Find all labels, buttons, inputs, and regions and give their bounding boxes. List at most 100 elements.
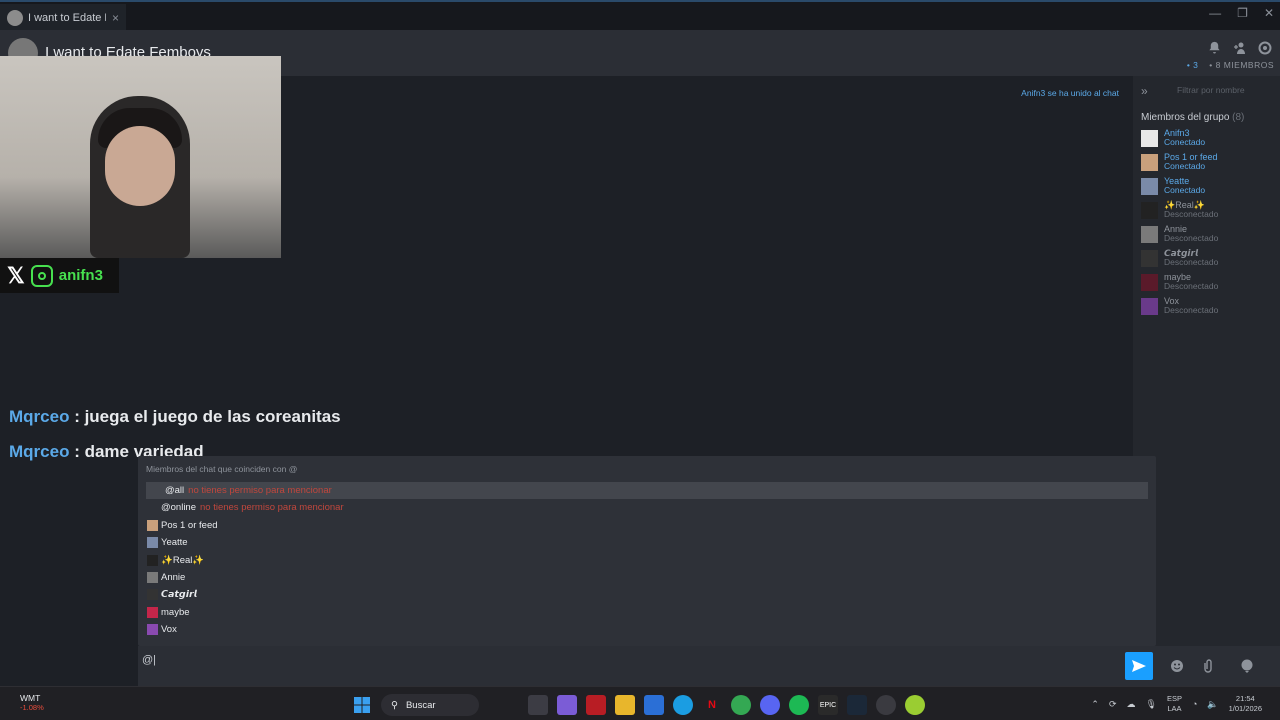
send-button[interactable] (1125, 652, 1153, 680)
mention-option-member[interactable]: 𝘾𝙖𝙩𝙜𝙞𝙧𝙡 (146, 586, 1148, 603)
member-status: Desconectado (1164, 281, 1219, 291)
social-handle: anifn3 (58, 267, 103, 284)
mention-option-member[interactable]: Annie (146, 569, 1148, 586)
member-filter-input[interactable]: Filtrar por nombre (1163, 82, 1275, 98)
file-explorer-icon[interactable] (615, 695, 635, 715)
online-count: • 3 (1186, 60, 1199, 70)
minimize-icon[interactable]: — (1209, 6, 1221, 20)
edge-icon[interactable] (673, 695, 693, 715)
member-item[interactable]: Yeatte Conectado (1141, 176, 1277, 198)
window-controls: — ❐ ✕ (1209, 6, 1274, 20)
members-section-title: Miembros del grupo (8) (1141, 112, 1245, 123)
member-status: Desconectado (1164, 209, 1219, 219)
spotify-icon[interactable] (789, 695, 809, 715)
app-icon[interactable] (876, 695, 896, 715)
mention-label: @online (161, 502, 196, 513)
mention-option-member[interactable]: maybe (146, 604, 1148, 621)
voice-icon[interactable] (1239, 658, 1255, 674)
title-bar: I want to Edate Fe × — ❐ ✕ (0, 0, 1280, 32)
mention-member-avatar (147, 537, 158, 549)
mention-header: Miembros del chat que coinciden con @ (146, 464, 298, 474)
bell-icon[interactable] (1207, 40, 1222, 55)
stock-symbol: WMT (20, 693, 41, 703)
netflix-icon[interactable]: N (702, 695, 722, 715)
sync-icon[interactable]: ⟳ (1109, 699, 1117, 710)
mention-member-avatar (147, 520, 158, 531)
mention-option-online[interactable]: @online no tienes permiso para mencionar (146, 499, 1148, 516)
tab-close-icon[interactable]: × (112, 11, 119, 25)
header-actions (1207, 40, 1272, 55)
chat-tab[interactable]: I want to Edate Fe × (0, 4, 126, 32)
stock-widget[interactable]: WMT -1.08% (20, 693, 44, 713)
member-item[interactable]: Pos 1 or feed Conectado (1141, 152, 1277, 174)
mention-member-name: 𝘾𝙖𝙩𝙜𝙞𝙧𝙡 (161, 589, 197, 601)
discord-icon[interactable] (760, 695, 780, 715)
member-avatar (1141, 298, 1158, 315)
mention-member-name: Yeatte (161, 537, 188, 549)
member-status: Conectado (1164, 161, 1206, 171)
instagram-icon (30, 264, 53, 287)
cloud-icon[interactable]: ☁ (1127, 699, 1136, 710)
webcam-overlay (0, 56, 281, 258)
wifi-icon[interactable]: ◔ (1192, 699, 1197, 709)
mention-member-avatar (147, 606, 158, 618)
member-item[interactable]: 𝘾𝙖𝙩𝙜𝙞𝙧𝙡 Desconectado (1141, 248, 1277, 270)
chevron-up-icon[interactable]: ⌃ (1091, 699, 1099, 710)
store-icon[interactable] (644, 695, 664, 715)
mention-member-name: ✨Real✨ (161, 554, 205, 566)
mention-member-name: maybe (161, 606, 190, 618)
mention-option-member[interactable]: ✨Real✨ (146, 552, 1148, 569)
member-avatar (1141, 250, 1158, 267)
system-join-message: Anifn3 se ha unido al chat (1021, 88, 1119, 98)
member-item[interactable]: Annie Desconectado (1141, 224, 1277, 246)
message-text: juega el juego de las coreanitas (84, 407, 341, 426)
attach-icon[interactable] (1200, 658, 1216, 674)
stock-change: -1.08% (20, 703, 44, 712)
message-author[interactable]: Mqrceo (9, 407, 69, 426)
tab-title: I want to Edate Fe (28, 12, 106, 24)
search-label: Buscar (405, 699, 436, 711)
start-icon[interactable] (352, 695, 372, 715)
volume-icon[interactable]: 🔈 (1207, 699, 1218, 710)
mic-icon[interactable]: 🎙 (1146, 699, 1157, 710)
member-status: Conectado (1164, 185, 1206, 195)
member-counts: • 3 • 8 MIEMBROS (1187, 60, 1274, 70)
mention-permission-error: no tienes permiso para mencionar (200, 502, 344, 513)
member-item[interactable]: Vox Desconectado (1141, 296, 1277, 318)
maximize-icon[interactable]: ❐ (1237, 6, 1248, 20)
mention-option-member[interactable]: Pos 1 or feed (146, 517, 1148, 534)
collapse-sidebar-icon[interactable]: » (1141, 84, 1148, 98)
mention-option-member[interactable]: Vox (146, 621, 1148, 638)
member-status: Desconectado (1164, 257, 1219, 267)
mention-member-name: Annie (161, 571, 186, 583)
mention-option-member[interactable]: Yeatte (146, 534, 1148, 551)
app-red-icon[interactable] (586, 695, 606, 715)
mention-member-avatar (147, 554, 158, 566)
chat-message: Mqrceo : juega el juego de las coreanita… (9, 407, 341, 427)
copilot-icon[interactable] (557, 695, 577, 715)
language-indicator[interactable]: ESP LAA (1167, 694, 1182, 714)
member-item[interactable]: ✨Real✨ Desconectado (1141, 200, 1277, 222)
close-window-icon[interactable]: ✕ (1264, 6, 1274, 20)
task-view-icon[interactable] (528, 695, 548, 715)
member-item[interactable]: maybe Desconectado (1141, 272, 1277, 294)
emoji-icon[interactable] (1169, 658, 1185, 674)
message-input[interactable]: @| (142, 654, 156, 666)
epic-games-icon[interactable]: EPIC (818, 695, 838, 715)
app-green-icon[interactable] (905, 695, 925, 715)
chrome-icon[interactable] (731, 695, 751, 715)
tab-group-avatar (7, 10, 23, 26)
member-avatar (1141, 226, 1158, 243)
message-author[interactable]: Mqrceo (9, 442, 69, 461)
settings-icon[interactable] (1257, 40, 1272, 55)
mention-label: @all (165, 485, 185, 496)
taskbar-search[interactable]: ⚲ Buscar (381, 694, 479, 716)
mention-member-avatar (147, 589, 158, 601)
clock[interactable]: 21:54 1/01/2026 (1229, 694, 1262, 714)
member-item[interactable]: Anifn3 Conectado (1141, 128, 1277, 150)
add-friend-icon[interactable] (1232, 40, 1247, 55)
mention-option-all[interactable]: @all no tienes permiso para mencionar (146, 482, 1148, 499)
steam-icon[interactable] (847, 695, 867, 715)
member-avatar (1141, 154, 1158, 171)
mention-member-avatar (147, 623, 158, 635)
